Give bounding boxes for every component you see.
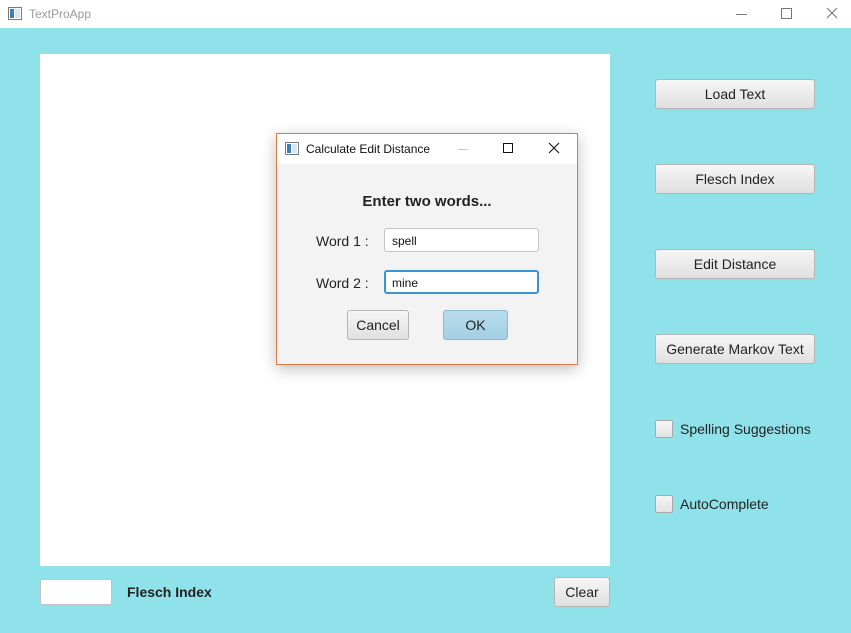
- ok-button[interactable]: OK: [443, 310, 508, 340]
- maximize-icon: [503, 143, 513, 153]
- flesch-index-label: Flesch Index: [127, 584, 212, 600]
- flesch-index-button[interactable]: Flesch Index: [655, 164, 815, 194]
- dialog-titlebar: Calculate Edit Distance: [277, 134, 577, 164]
- load-text-button[interactable]: Load Text: [655, 79, 815, 109]
- word2-input[interactable]: mine: [384, 270, 539, 294]
- minimize-button[interactable]: [718, 0, 764, 28]
- dialog-window-icon: [285, 142, 299, 155]
- flesch-index-field[interactable]: [40, 579, 112, 605]
- clear-button[interactable]: Clear: [554, 577, 610, 607]
- autocomplete-checkbox[interactable]: [655, 495, 673, 513]
- autocomplete-label: AutoComplete: [680, 496, 769, 512]
- close-icon: [826, 7, 838, 19]
- dialog-maximize-button[interactable]: [488, 134, 528, 164]
- cancel-button[interactable]: Cancel: [347, 310, 409, 340]
- word2-label: Word 2 :: [316, 275, 369, 291]
- maximize-button[interactable]: [764, 0, 810, 28]
- word1-input[interactable]: spell: [384, 228, 539, 252]
- edit-distance-button[interactable]: Edit Distance: [655, 249, 815, 279]
- dialog-title: Calculate Edit Distance: [306, 142, 431, 156]
- spelling-suggestions-label: Spelling Suggestions: [680, 421, 811, 437]
- dialog-heading: Enter two words...: [362, 193, 492, 210]
- dialog-close-button[interactable]: [533, 134, 573, 164]
- app-window-icon: [8, 7, 22, 20]
- word1-label: Word 1 :: [316, 233, 369, 249]
- window-title: TextProApp: [29, 7, 92, 21]
- maximize-icon: [781, 8, 792, 19]
- minimize-icon: [736, 14, 747, 15]
- minimize-icon: [458, 149, 468, 150]
- spelling-suggestions-checkbox[interactable]: [655, 420, 673, 438]
- window-titlebar: TextProApp: [0, 0, 851, 28]
- autocomplete-checkbox-row[interactable]: AutoComplete: [655, 495, 769, 513]
- generate-markov-text-button[interactable]: Generate Markov Text: [655, 334, 815, 364]
- spelling-suggestions-checkbox-row[interactable]: Spelling Suggestions: [655, 420, 811, 438]
- close-icon: [548, 142, 560, 154]
- edit-distance-dialog: Calculate Edit Distance Enter two words.…: [276, 133, 578, 365]
- close-button[interactable]: [808, 0, 851, 28]
- dialog-minimize-button[interactable]: [443, 134, 483, 164]
